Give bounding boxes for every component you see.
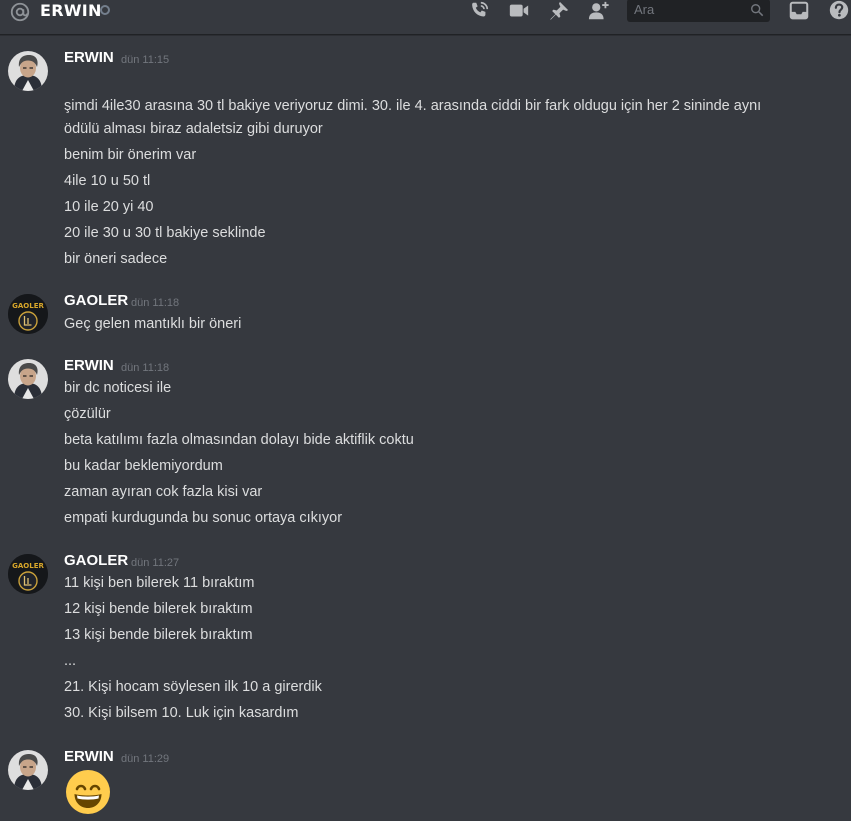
- message-text: 11 kişi ben bilerek 11 bıraktım: [64, 575, 255, 591]
- inbox-icon[interactable]: [787, 0, 811, 22]
- search-input[interactable]: Ara: [627, 0, 770, 22]
- message-text: benim bir önerim var: [64, 147, 197, 163]
- channel-name: ERWIN: [40, 1, 102, 20]
- avatar[interactable]: [8, 750, 48, 790]
- message-author[interactable]: GAOLER: [64, 292, 128, 309]
- message-timestamp: dün 11:29: [121, 753, 170, 765]
- message-text: 30. Kişi bilsem 10. Luk için kasardım: [64, 705, 299, 721]
- pin-icon[interactable]: [547, 0, 571, 22]
- message-text: bir öneri sadece: [64, 251, 168, 267]
- message-text: çözülür: [64, 406, 111, 422]
- message-text: 12 kişi bende bilerek bıraktım: [64, 601, 253, 617]
- message-text: zaman ayıran cok fazla kisi var: [64, 484, 263, 500]
- call-icon[interactable]: [467, 0, 491, 22]
- message-text: ...: [64, 653, 77, 669]
- search-placeholder: Ara: [634, 2, 655, 17]
- channel-header: ERWIN Ara: [0, 0, 851, 35]
- at-icon: [10, 2, 30, 22]
- avatar-logo-text: GAOLER: [12, 302, 44, 310]
- avatar[interactable]: GAOLER: [8, 294, 48, 334]
- message-text: 10 ile 20 yi 40: [64, 199, 154, 215]
- search-icon[interactable]: [750, 3, 764, 17]
- message-timestamp: dün 11:27: [131, 557, 180, 569]
- message-list: ERWIN dün 11:15 şimdi 4ile30 arasına 30 …: [0, 35, 851, 821]
- message-author[interactable]: GAOLER: [64, 552, 128, 569]
- message-text: 4ile 10 u 50 tl: [64, 173, 151, 189]
- message-timestamp: dün 11:18: [121, 362, 170, 374]
- message-text: Geç gelen mantıklı bir öneri: [64, 316, 242, 332]
- message-text: bir dc noticesi ile: [64, 380, 172, 396]
- message-author[interactable]: ERWIN: [64, 357, 114, 374]
- message-text: şimdi 4ile30 arasına 30 tl bakiye veriyo…: [64, 98, 762, 114]
- message-author[interactable]: ERWIN: [64, 748, 114, 765]
- grinning-face-with-smiling-eyes-emoji[interactable]: [64, 768, 112, 816]
- avatar[interactable]: [8, 359, 48, 399]
- message-author[interactable]: ERWIN: [64, 49, 114, 66]
- video-icon[interactable]: [507, 0, 531, 22]
- message-text: 21. Kişi hocam söylesen ilk 10 a girerdi…: [64, 679, 322, 695]
- help-icon[interactable]: [827, 0, 851, 22]
- message-text: 20 ile 30 u 30 tl bakiye seklinde: [64, 225, 266, 241]
- avatar[interactable]: GAOLER: [8, 554, 48, 594]
- avatar[interactable]: [8, 51, 48, 91]
- message-text: empati kurdugunda bu sonuc ortaya cıkıyo…: [64, 510, 343, 526]
- status-icon: [100, 5, 110, 15]
- message-text: beta katılımı fazla olmasından dolayı bi…: [64, 432, 414, 448]
- message-text: ödülü alması biraz adaletsiz gibi duruyo…: [64, 121, 323, 137]
- message-text: 13 kişi bende bilerek bıraktım: [64, 627, 253, 643]
- avatar-logo-text: GAOLER: [12, 562, 44, 570]
- message-timestamp: dün 11:18: [131, 297, 180, 309]
- message-text: bu kadar beklemiyordum: [64, 458, 223, 474]
- message-timestamp: dün 11:15: [121, 54, 170, 66]
- add-friend-icon[interactable]: [587, 0, 611, 22]
